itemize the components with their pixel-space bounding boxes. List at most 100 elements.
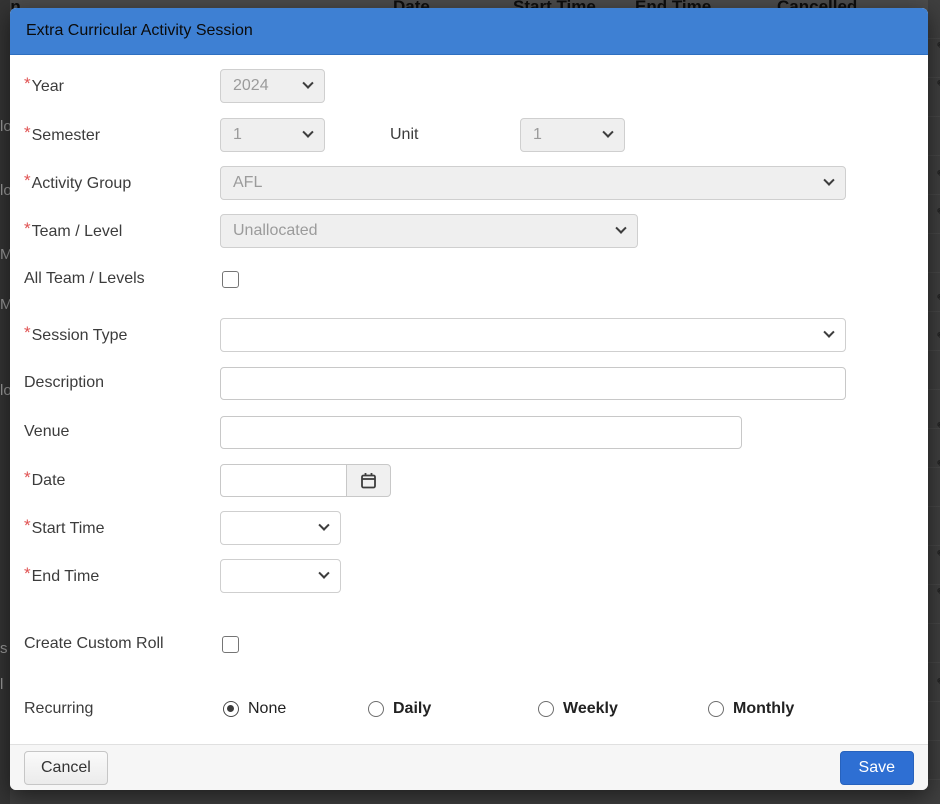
team-level-row: *Team / Level Unallocated — [24, 214, 914, 248]
chevron-down-icon — [602, 127, 613, 138]
activity-group-select[interactable]: AFL — [220, 166, 846, 200]
required-marker: * — [24, 123, 31, 142]
chevron-down-icon — [318, 520, 329, 531]
calendar-icon — [360, 472, 377, 489]
semester-row: *Semester 1 Unit 1 — [24, 118, 914, 152]
unit-label: Unit — [390, 126, 520, 144]
required-marker: * — [24, 564, 31, 583]
radio-icon[interactable] — [368, 701, 384, 717]
recurring-monthly-label: Monthly — [733, 700, 794, 718]
description-input[interactable] — [220, 367, 846, 400]
edit-icon-fragment — [936, 420, 940, 436]
create-custom-roll-checkbox[interactable] — [222, 636, 239, 653]
create-custom-roll-label: Create Custom Roll — [24, 635, 220, 653]
dialog-body: *Year 2024 *Semester 1 Unit 1 *Activity … — [10, 55, 928, 744]
edit-icon-fragment — [936, 458, 940, 474]
recurring-option-daily[interactable]: Daily — [368, 700, 431, 718]
activity-group-select-value: AFL — [233, 174, 815, 192]
recurring-option-monthly[interactable]: Monthly — [708, 700, 794, 718]
team-level-select[interactable]: Unallocated — [220, 214, 638, 248]
cancel-button[interactable]: Cancel — [24, 751, 108, 785]
radio-selected-icon[interactable] — [223, 701, 239, 717]
edit-icon-fragment — [936, 292, 940, 308]
extra-curricular-session-dialog: Extra Curricular Activity Session *Year … — [10, 8, 928, 790]
edit-icon-fragment — [936, 206, 940, 222]
backdrop-left-strip: lo lo M M lo s l — [0, 0, 10, 804]
dialog-header: Extra Curricular Activity Session — [10, 8, 928, 55]
end-time-label: *End Time — [24, 566, 220, 586]
edit-icon-fragment — [936, 548, 940, 564]
required-marker: * — [24, 468, 31, 487]
radio-icon[interactable] — [708, 701, 724, 717]
unit-select[interactable]: 1 — [520, 118, 625, 152]
start-time-label: *Start Time — [24, 518, 220, 538]
recurring-none-label: None — [248, 700, 286, 718]
recurring-option-none[interactable]: None — [223, 700, 286, 718]
end-time-select[interactable] — [220, 559, 341, 593]
semester-select[interactable]: 1 — [220, 118, 325, 152]
backdrop-text-fragment: lo — [0, 182, 10, 199]
backdrop-text-fragment: M — [0, 246, 10, 263]
recurring-row: Recurring None Daily Weekly Monthly — [24, 697, 914, 721]
dialog-title: Extra Curricular Activity Session — [26, 22, 253, 40]
date-row: *Date — [24, 463, 914, 497]
date-picker-button[interactable] — [346, 464, 391, 497]
date-input[interactable] — [220, 464, 347, 497]
session-type-label: *Session Type — [24, 325, 220, 345]
year-label: *Year — [24, 76, 220, 96]
edit-icon-fragment — [936, 676, 940, 692]
edit-icon-fragment — [936, 78, 940, 94]
recurring-weekly-label: Weekly — [563, 700, 618, 718]
backdrop-text-fragment: M — [0, 296, 10, 313]
recurring-daily-label: Daily — [393, 700, 431, 718]
session-type-select[interactable] — [220, 318, 846, 352]
edit-icon-fragment — [936, 40, 940, 56]
backdrop-text-fragment: s — [0, 640, 8, 657]
backdrop-text-fragment: lo — [0, 118, 10, 135]
year-select-value: 2024 — [233, 77, 294, 95]
create-custom-roll-row: Create Custom Roll — [24, 627, 914, 661]
team-level-select-value: Unallocated — [233, 222, 607, 240]
backdrop-text-fragment: lo — [0, 382, 10, 399]
required-marker: * — [24, 516, 31, 535]
unit-select-value: 1 — [533, 126, 594, 144]
session-type-row: *Session Type — [24, 318, 914, 352]
required-marker: * — [24, 171, 31, 190]
required-marker: * — [24, 323, 31, 342]
recurring-option-weekly[interactable]: Weekly — [538, 700, 618, 718]
team-level-label: *Team / Level — [24, 221, 220, 241]
all-team-levels-row: All Team / Levels — [24, 262, 914, 296]
chevron-down-icon — [302, 127, 313, 138]
end-time-row: *End Time — [24, 559, 914, 593]
edit-icon-fragment — [936, 586, 940, 602]
chevron-down-icon — [615, 223, 626, 234]
chevron-down-icon — [823, 175, 834, 186]
semester-label: *Semester — [24, 125, 220, 145]
description-label: Description — [24, 374, 220, 392]
required-marker: * — [24, 219, 31, 238]
save-button[interactable]: Save — [840, 751, 914, 785]
chevron-down-icon — [302, 78, 313, 89]
required-marker: * — [24, 74, 31, 93]
edit-icon-fragment — [936, 168, 940, 184]
all-team-levels-checkbox[interactable] — [222, 271, 239, 288]
chevron-down-icon — [318, 568, 329, 579]
start-time-select[interactable] — [220, 511, 341, 545]
venue-input[interactable] — [220, 416, 742, 449]
year-row: *Year 2024 — [24, 69, 914, 103]
edit-icon-fragment — [936, 330, 940, 346]
radio-icon[interactable] — [538, 701, 554, 717]
year-select[interactable]: 2024 — [220, 69, 325, 103]
description-row: Description — [24, 366, 914, 400]
start-time-row: *Start Time — [24, 511, 914, 545]
activity-group-row: *Activity Group AFL — [24, 166, 914, 200]
semester-select-value: 1 — [233, 126, 294, 144]
dialog-footer: Cancel Save — [10, 744, 928, 790]
recurring-label: Recurring — [24, 700, 220, 718]
backdrop-right-strip — [928, 0, 940, 804]
venue-label: Venue — [24, 423, 220, 441]
all-team-levels-label: All Team / Levels — [24, 270, 220, 288]
venue-row: Venue — [24, 415, 914, 449]
activity-group-label: *Activity Group — [24, 173, 220, 193]
chevron-down-icon — [823, 327, 834, 338]
